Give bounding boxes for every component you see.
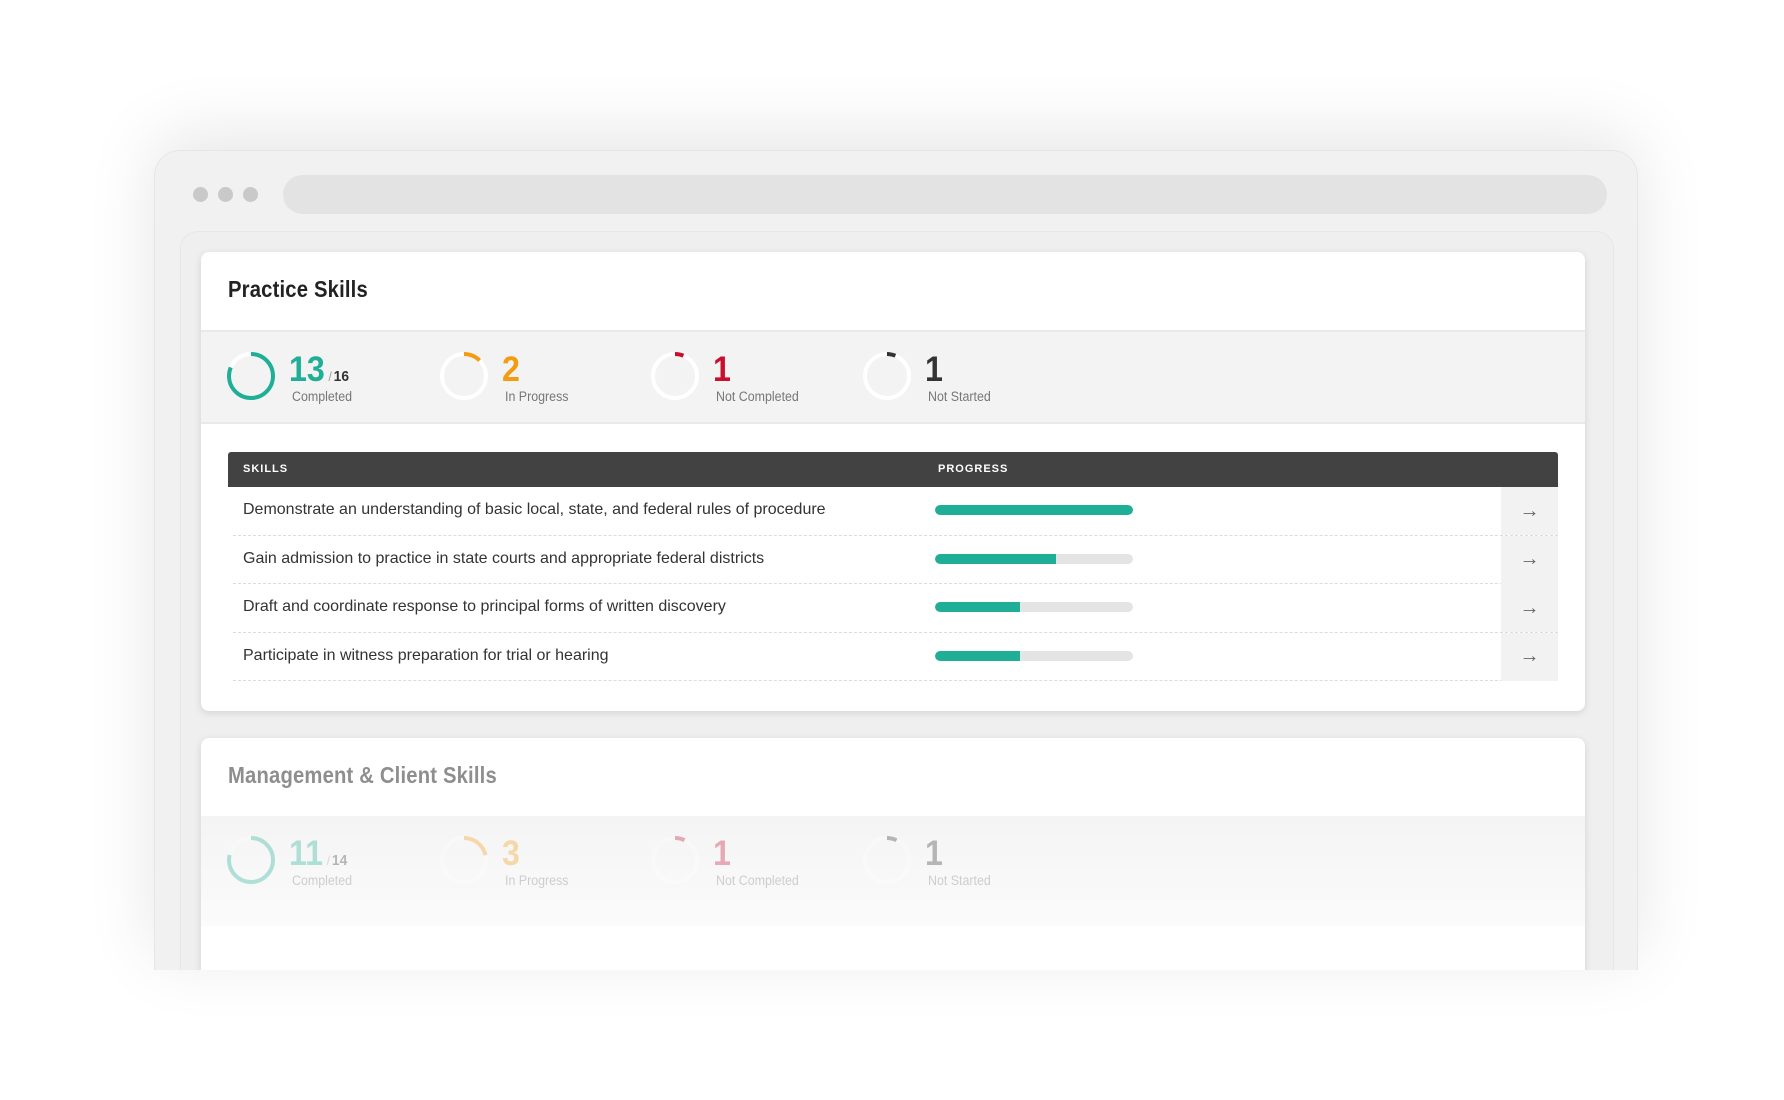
skills-table: SKILLS PROGRESS Demonstrate an understan… bbox=[228, 452, 1558, 681]
table-row[interactable]: Participate in witness preparation for t… bbox=[233, 632, 1558, 681]
completed-label: Completed bbox=[292, 873, 353, 888]
progress-bar bbox=[935, 553, 1133, 564]
window-dot-maximize[interactable] bbox=[243, 187, 258, 202]
progress-bar bbox=[935, 602, 1133, 612]
skill-name: Draft and coordinate response to princip… bbox=[243, 598, 726, 615]
arrow-right-icon: → bbox=[1519, 499, 1540, 522]
row-open-button[interactable]: → bbox=[1501, 487, 1558, 535]
browser-window: Practice Skills 13/16 Completed 2 In Pro… bbox=[154, 150, 1638, 970]
arrow-right-icon: → bbox=[1519, 548, 1540, 570]
management-skills-title: Management & Client Skills bbox=[228, 762, 497, 788]
not-completed-count: 1 bbox=[713, 834, 731, 873]
progress-bar bbox=[935, 650, 1133, 661]
column-header-progress: PROGRESS bbox=[938, 463, 1009, 475]
skill-name: Demonstrate an understanding of basic lo… bbox=[243, 501, 826, 518]
completed-total: 16 bbox=[333, 368, 350, 385]
not-completed-count: 1 bbox=[713, 350, 731, 389]
skill-name: Participate in witness preparation for t… bbox=[243, 646, 609, 664]
in-progress-count: 3 bbox=[502, 834, 520, 873]
progress-bar-fill bbox=[935, 553, 1056, 564]
in-progress-label: In Progress bbox=[505, 389, 569, 404]
completed-count: 11 bbox=[289, 834, 324, 873]
progress-bar-fill bbox=[935, 505, 1133, 515]
column-header-skills: SKILLS bbox=[243, 463, 289, 475]
completed-count: 13 bbox=[289, 350, 325, 389]
practice-skills-title: Practice Skills bbox=[228, 276, 368, 302]
in-progress-ring-icon bbox=[440, 836, 488, 884]
table-row[interactable]: Draft and coordinate response to princip… bbox=[233, 584, 1558, 633]
not-started-label: Not Started bbox=[928, 873, 991, 888]
not-started-count: 1 bbox=[925, 350, 943, 389]
table-row[interactable]: Gain admission to practice in state cour… bbox=[233, 535, 1558, 584]
row-open-button[interactable]: → bbox=[1501, 632, 1558, 681]
completed-label: Completed bbox=[292, 389, 353, 404]
skills-table-body: Demonstrate an understanding of basic lo… bbox=[228, 487, 1558, 681]
completed-total: 14 bbox=[331, 852, 348, 869]
not-started-count: 1 bbox=[925, 834, 943, 873]
practice-skills-card: Practice Skills 13/16 Completed 2 In Pro… bbox=[201, 252, 1585, 711]
completed-ring-icon bbox=[227, 836, 275, 884]
not-started-ring-icon bbox=[863, 352, 911, 400]
arrow-right-icon: → bbox=[1519, 645, 1540, 667]
progress-bar-fill bbox=[935, 602, 1021, 612]
window-dot-minimize[interactable] bbox=[218, 187, 233, 202]
page-viewport: Practice Skills 13/16 Completed 2 In Pro… bbox=[180, 231, 1614, 970]
management-skills-card: Management & Client Skills 11/14 Complet… bbox=[201, 738, 1585, 970]
not-started-ring-icon bbox=[863, 836, 911, 884]
practice-stats-band: 13/16 Completed 2 In Progress 1 Not Comp… bbox=[201, 330, 1585, 424]
not-started-label: Not Started bbox=[928, 389, 991, 404]
skills-table-header: SKILLS PROGRESS bbox=[228, 452, 1558, 487]
not-completed-label: Not Completed bbox=[716, 389, 799, 404]
in-progress-ring-icon bbox=[440, 352, 488, 400]
address-bar[interactable] bbox=[283, 175, 1607, 214]
progress-bar-fill bbox=[935, 650, 1021, 661]
not-completed-ring-icon bbox=[651, 352, 699, 400]
in-progress-label: In Progress bbox=[505, 873, 569, 888]
window-dot-close[interactable] bbox=[193, 187, 208, 202]
skill-name: Gain admission to practice in state cour… bbox=[243, 549, 765, 567]
management-stats-band: 11/14 Completed 3 In Progress 1 Not Comp… bbox=[201, 816, 1585, 926]
row-open-button[interactable]: → bbox=[1501, 535, 1558, 584]
arrow-right-icon: → bbox=[1519, 596, 1540, 619]
in-progress-count: 2 bbox=[502, 350, 520, 389]
table-row[interactable]: Demonstrate an understanding of basic lo… bbox=[233, 487, 1558, 536]
row-open-button[interactable]: → bbox=[1501, 584, 1558, 632]
completed-ring-icon bbox=[227, 352, 275, 400]
window-controls bbox=[193, 187, 258, 202]
progress-bar bbox=[935, 505, 1133, 515]
not-completed-label: Not Completed bbox=[716, 873, 799, 888]
not-completed-ring-icon bbox=[651, 836, 699, 884]
